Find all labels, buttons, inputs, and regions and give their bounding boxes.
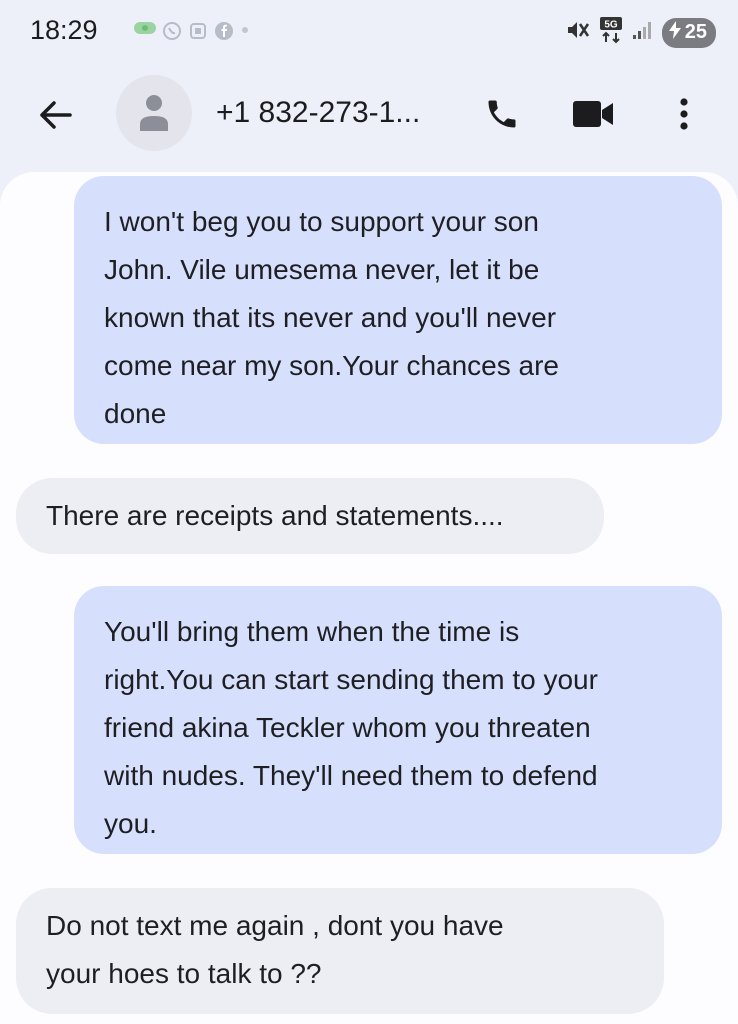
message-line: I won't beg you to support your son (104, 206, 539, 237)
facebook-icon (214, 21, 234, 41)
whatsapp-icon (162, 21, 182, 41)
messaging-app-icon (134, 20, 156, 41)
incoming-message-bubble[interactable]: There are receipts and statements.... (16, 478, 604, 554)
message-line: known that its never and you'll never (104, 302, 557, 333)
call-button[interactable] (478, 90, 526, 138)
status-bar: 18:29 5G 25 (0, 0, 738, 62)
contact-name[interactable]: +1 832-273-1... (216, 96, 420, 130)
battery-indicator: 25 (661, 17, 716, 48)
signal-strength-icon (632, 19, 654, 46)
status-right-icons: 5G 25 (564, 16, 716, 49)
conversation-header: +1 832-273-1... (0, 62, 738, 172)
charging-bolt-icon (668, 20, 682, 45)
outgoing-message-bubble[interactable]: You'll bring them when the time is right… (74, 586, 722, 854)
message-line: You'll bring them when the time is (104, 616, 520, 647)
message-line: Do not text me again , dont you have (46, 910, 504, 941)
message-line: you. (104, 808, 157, 839)
message-line: There are receipts and statements.... (46, 500, 504, 531)
video-camera-icon (573, 101, 613, 127)
svg-text:5G: 5G (604, 20, 618, 31)
message-list[interactable]: I won't beg you to support your son John… (0, 172, 738, 1024)
contact-avatar[interactable] (116, 75, 192, 151)
message-line: friend akina Teckler whom you threaten (104, 712, 591, 743)
phone-icon (488, 100, 516, 128)
message-line: right.You can start sending them to your (104, 664, 598, 695)
network-5g-icon: 5G (598, 16, 624, 49)
more-notifications-dot-icon (240, 22, 250, 40)
message-line: with nudes. They'll need them to defend (104, 760, 598, 791)
more-vert-icon (680, 98, 688, 130)
back-button[interactable] (30, 90, 80, 140)
notification-icons (134, 20, 250, 41)
message-line: come near my son.Your chances are (104, 350, 559, 381)
video-call-button[interactable] (568, 90, 618, 138)
status-time: 18:29 (30, 15, 98, 45)
message-line: John. Vile umesema never, let it be (104, 254, 540, 285)
back-arrow-icon (40, 101, 72, 129)
battery-level: 25 (684, 21, 707, 43)
outgoing-message-bubble[interactable]: I won't beg you to support your son John… (74, 176, 722, 444)
contact-avatar-icon (140, 95, 168, 131)
message-line: done (104, 398, 167, 429)
screenshot-icon (188, 21, 208, 41)
more-options-button[interactable] (660, 90, 708, 138)
vibrate-mute-icon (564, 19, 590, 46)
incoming-message-bubble[interactable]: Do not text me again , dont you have you… (16, 888, 664, 1014)
message-line: your hoes to talk to ?? (46, 958, 322, 989)
